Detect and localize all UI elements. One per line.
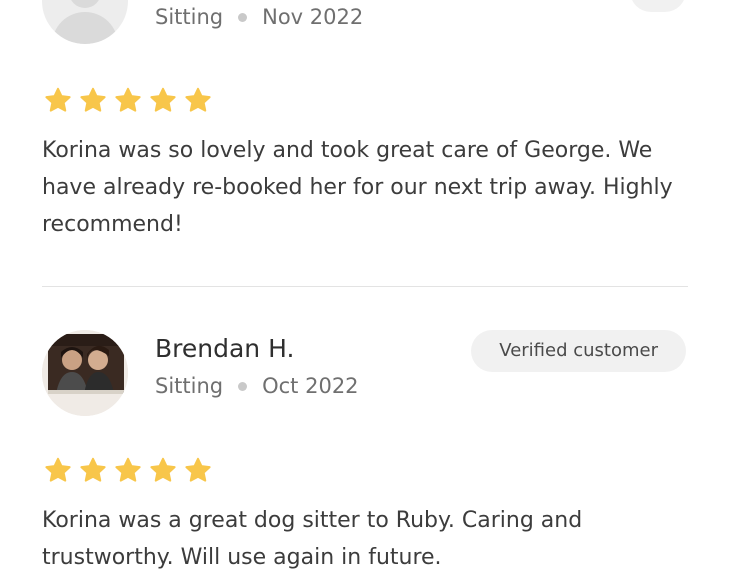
- avatar-placeholder-icon: [69, 0, 101, 8]
- service-type: Sitting: [155, 374, 224, 398]
- star-icon: [113, 86, 143, 116]
- review-meta: Sitting Oct 2022: [155, 374, 359, 398]
- verified-badge: Verified customer: [471, 330, 686, 372]
- review-card: Brendan H. Verified customer Sitting Oct…: [0, 286, 730, 570]
- review-date: Oct 2022: [262, 374, 359, 398]
- star-icon: [148, 86, 178, 116]
- review-date: Nov 2022: [262, 5, 364, 29]
- star-icon: [78, 86, 108, 116]
- verified-badge: [630, 0, 686, 12]
- star-icon: [148, 456, 178, 486]
- star-icon: [183, 456, 213, 486]
- star-icon: [43, 86, 73, 116]
- star-icon: [43, 456, 73, 486]
- review-card: Sitting Nov 2022 Korina was so lovely an…: [0, 0, 730, 250]
- separator-dot: [238, 12, 248, 22]
- separator-dot: [238, 381, 248, 391]
- reviewer-name: Brendan H.: [155, 334, 295, 363]
- review-meta: Sitting Nov 2022: [155, 5, 363, 29]
- star-rating: [43, 86, 213, 116]
- review-text: Korina was a great dog sitter to Ruby. C…: [42, 508, 583, 570]
- avatar: [42, 0, 128, 44]
- reviewer-photo: [42, 330, 128, 416]
- star-rating: [43, 456, 213, 486]
- star-icon: [183, 86, 213, 116]
- star-icon: [78, 456, 108, 486]
- avatar: [42, 330, 128, 416]
- service-type: Sitting: [155, 5, 224, 29]
- star-icon: [113, 456, 143, 486]
- review-text: Korina was so lovely and took great care…: [42, 138, 673, 237]
